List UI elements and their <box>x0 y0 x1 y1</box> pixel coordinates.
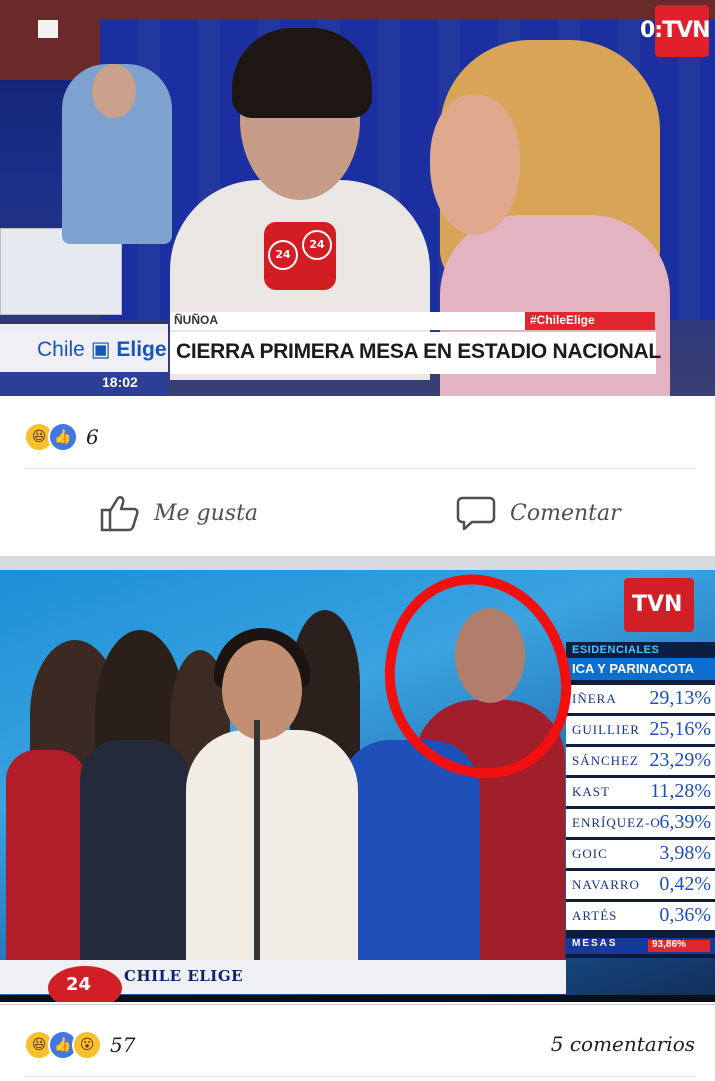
comment-label: Comentar <box>510 500 621 526</box>
candidate-percentage: 3,98% <box>659 842 711 864</box>
chile-elige-label: CHILE ELIGE <box>124 967 244 985</box>
reaction-count: 57 <box>110 1033 136 1057</box>
divider <box>0 1004 715 1005</box>
thumbs-up-icon <box>100 496 139 532</box>
mic-badge: 24 <box>268 240 298 270</box>
divider <box>24 468 696 469</box>
rec-indicator-icon <box>38 20 58 38</box>
comment-button[interactable]: Comentar <box>456 494 621 532</box>
candidate-percentage: 29,13% <box>649 687 711 709</box>
post1-reactions[interactable]: 😆 👍 6 <box>24 420 99 454</box>
results-header: ESIDENCIALES <box>572 644 660 656</box>
candidate-percentage: 11,28% <box>650 780 711 802</box>
results-subheader: ICA Y PARINACOTA <box>572 661 695 676</box>
comment-bubble-icon <box>456 496 496 531</box>
microphone: 24 24 <box>264 222 336 290</box>
mesas-label: MESAS <box>572 938 618 949</box>
post2-reactions[interactable]: 😆 👍 😮 57 <box>24 1028 135 1062</box>
hashtag-label: #ChileElige <box>530 313 595 327</box>
mic-badge: 24 <box>302 230 332 260</box>
time-box <box>0 372 168 396</box>
candidate-percentage: 23,29% <box>649 749 711 771</box>
post-separator <box>0 556 715 570</box>
candidate-percentage: 25,16% <box>649 718 711 740</box>
reporter-face <box>430 95 520 235</box>
mesas-pct: 93,86% <box>652 939 686 950</box>
speaker-head <box>222 640 302 740</box>
candidate-name: ENRÍQUEZ-O <box>572 815 661 830</box>
location-label: ÑUÑOA <box>174 313 218 327</box>
speaker-body <box>186 730 358 990</box>
post2-broadcast-image[interactable]: TVN ESIDENCIALES ICA Y PARINACOTA IÑERA 2… <box>0 570 715 1002</box>
background-person-head <box>92 64 136 118</box>
candidate-name: ARTÉS <box>572 908 618 923</box>
comments-count-link[interactable]: 5 comentarios <box>551 1032 695 1056</box>
headline: CIERRA PRIMERA MESA EN ESTADIO NACIONAL <box>176 340 661 363</box>
person-blue-shirt <box>340 740 480 990</box>
wow-emoji-icon: 😮 <box>72 1030 102 1060</box>
candidate-name: KAST <box>572 784 610 799</box>
broadcast-time: 18:02 <box>102 374 138 390</box>
crowd-person-dark <box>80 740 190 990</box>
post1-broadcast-image[interactable]: 24 24 0:TVN Chile ▣ Elige 18:02 ÑUÑOA #C… <box>0 0 715 396</box>
crowd-person-red-shirt <box>6 750 86 980</box>
interviewee-hair <box>232 28 372 118</box>
like-label: Me gusta <box>154 500 259 526</box>
candidate-name: SÁNCHEZ <box>572 753 639 768</box>
like-button[interactable]: Me gusta <box>100 494 258 532</box>
candidate-name: GUILLIER <box>572 722 640 737</box>
candidate-percentage: 0,42% <box>659 873 711 895</box>
lower-third: Chile ▣ Elige 18:02 ÑUÑOA #ChileElige CI… <box>0 310 715 396</box>
candidate-percentage: 0,36% <box>659 904 711 926</box>
candidate-name: NAVARRO <box>572 877 640 892</box>
candidate-name: GOIC <box>572 846 608 861</box>
tvn-logo-text: TVN <box>632 592 683 617</box>
like-emoji-icon: 👍 <box>48 422 78 452</box>
reaction-count: 6 <box>86 425 99 449</box>
mic-stand <box>254 720 260 990</box>
divider <box>24 1076 696 1077</box>
brand-text: Chile ▣ Elige <box>37 338 167 361</box>
channel-24-logo-text: 24 <box>66 974 92 995</box>
tvn-logo-text: 0:TVN <box>640 18 711 43</box>
candidate-percentage: 6,39% <box>659 811 711 833</box>
candidate-name: IÑERA <box>572 691 617 706</box>
